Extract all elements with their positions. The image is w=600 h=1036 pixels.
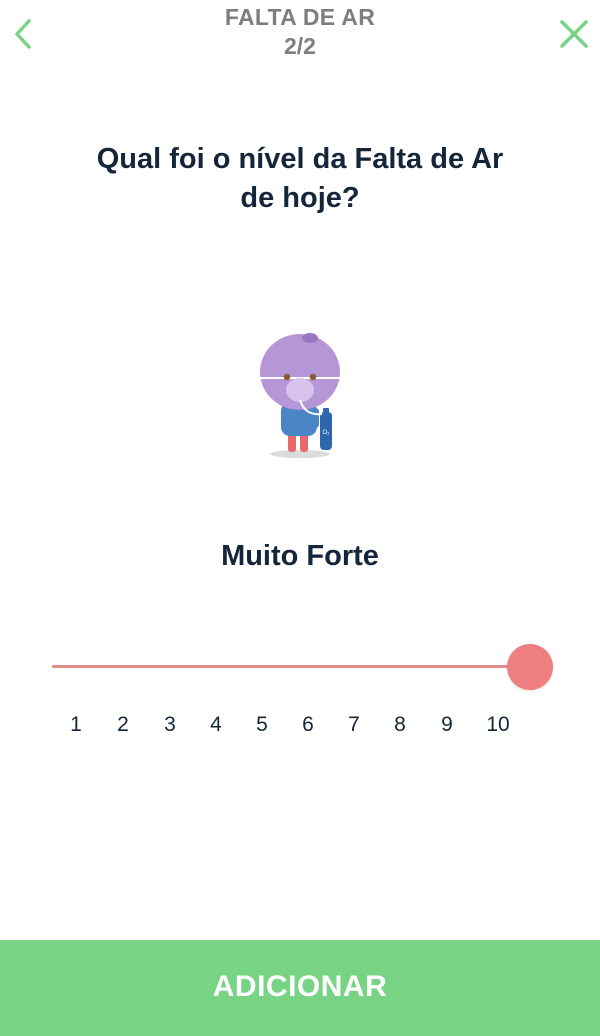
scale-tick: 1	[70, 713, 82, 736]
scale-tick: 7	[348, 713, 360, 736]
chevron-left-icon	[15, 19, 31, 49]
step-indicator: 2/2	[284, 33, 316, 59]
patient-with-oxygen-tank-icon: O₂	[250, 330, 350, 465]
question-line-1: Qual foi o nível da Falta de Ar	[96, 143, 504, 175]
add-button[interactable]: ADICIONAR	[0, 940, 600, 1036]
scale-tick: 8	[394, 713, 406, 736]
scale-tick: 3	[164, 713, 176, 736]
scale-tick: 2	[117, 713, 129, 736]
scale-tick: 10	[486, 713, 510, 736]
add-button-label: ADICIONAR	[212, 970, 388, 1003]
back-button[interactable]	[8, 14, 38, 54]
question-line-2: de hoje?	[240, 182, 360, 214]
scale-tick: 9	[441, 713, 453, 736]
level-label: Muito Forte	[221, 540, 379, 572]
close-button[interactable]	[554, 14, 594, 54]
close-icon	[560, 20, 588, 48]
scale-tick: 6	[302, 713, 314, 736]
page-title: FALTA DE AR	[224, 4, 376, 30]
header: FALTA DE AR 2/2	[0, 0, 600, 70]
tank-label: O₂	[323, 430, 331, 436]
scale-tick: 4	[210, 713, 222, 736]
slider-thumb[interactable]	[507, 644, 553, 690]
question-text: Qual foi o nível da Falta de Ar de hoje?	[40, 140, 560, 218]
slider-track[interactable]	[52, 665, 532, 668]
scale-tick: 5	[256, 713, 268, 736]
intensity-slider[interactable]	[50, 644, 560, 690]
scale-ticks: 1 2 3 4 5 6 7 8 9 10	[0, 712, 600, 742]
